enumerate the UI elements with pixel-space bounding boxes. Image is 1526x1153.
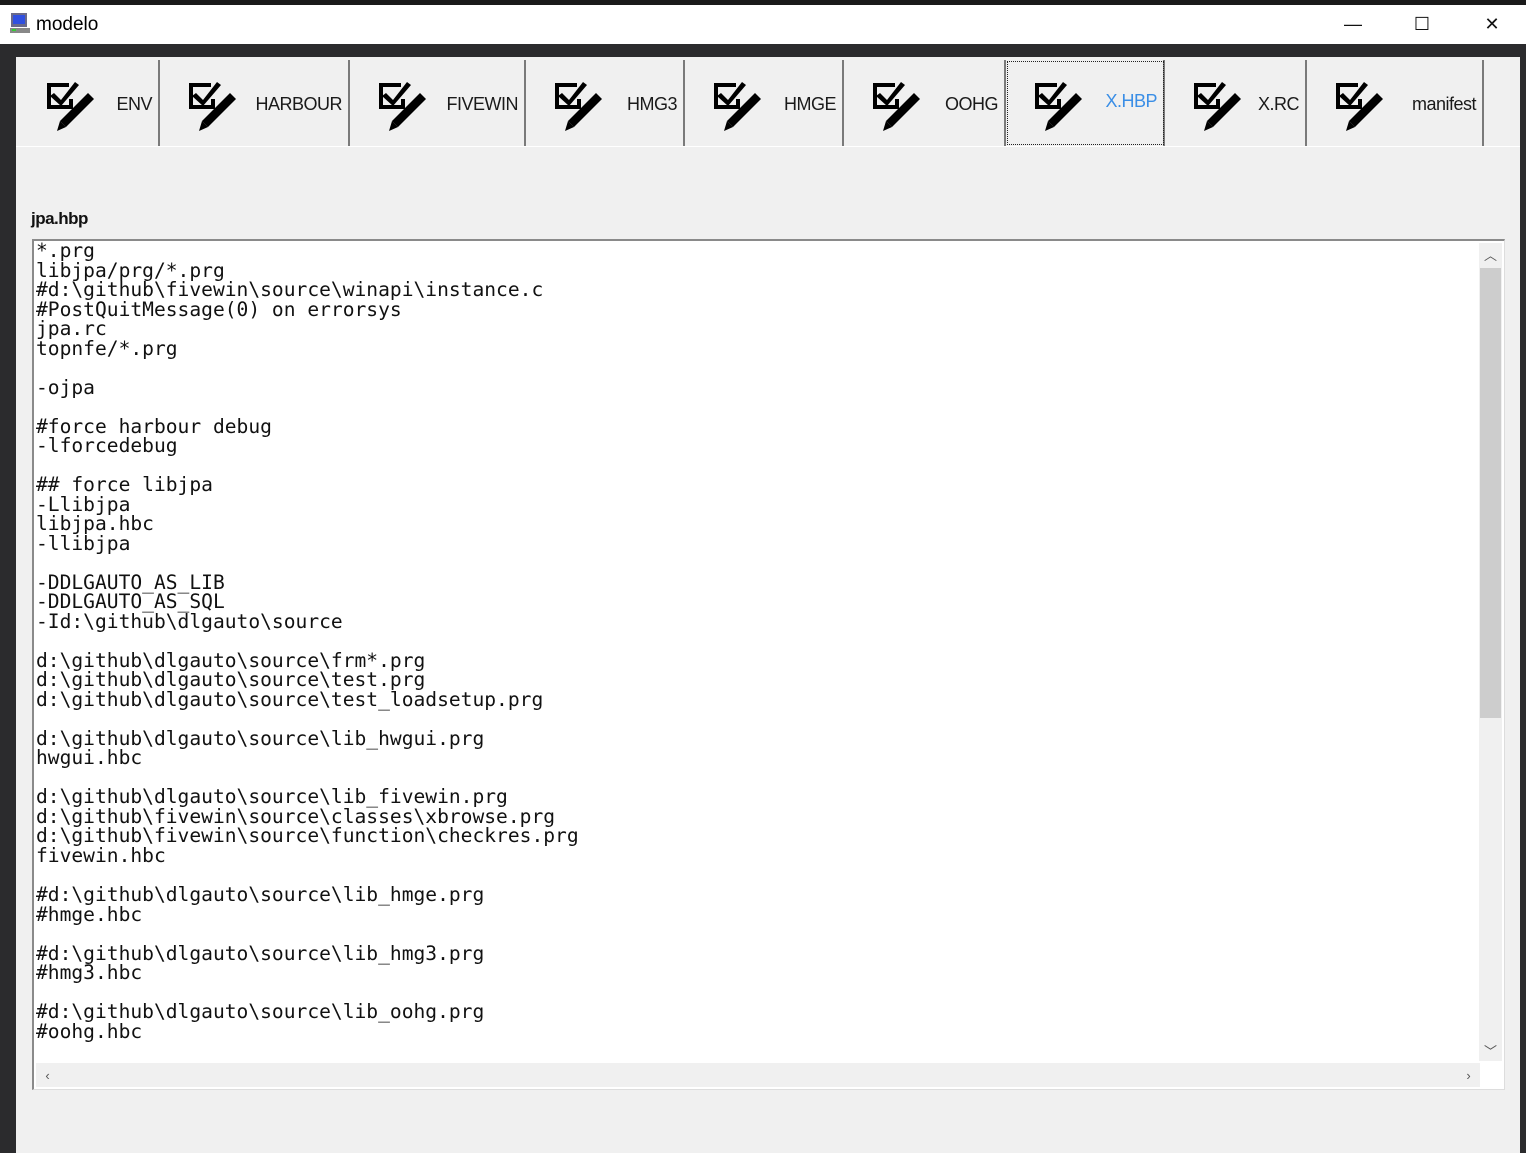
title-bar: modelo — ☐ ✕ (0, 5, 1526, 44)
tab-label: OOHG (944, 94, 999, 114)
check-edit-icon (1191, 79, 1247, 135)
horizontal-scrollbar[interactable]: ‹ › (36, 1063, 1480, 1087)
tab-x-rc[interactable]: X.RC (1165, 60, 1307, 146)
tab-divider (16, 146, 1520, 147)
tab-label: X.RC (1257, 94, 1300, 114)
main-panel: ENV HARBOUR FIVEWIN HMG3 HMGE OOHG X.HBP X.RC ma… (16, 57, 1520, 1153)
code-text[interactable]: *.prg libjpa/prg/*.prg #d:\github\fivewin\… (36, 241, 579, 1041)
check-edit-icon (711, 79, 767, 135)
check-edit-icon (1333, 79, 1389, 135)
vertical-scrollbar[interactable]: ︿ ﹀ (1479, 243, 1502, 1061)
minimize-button[interactable]: — (1318, 5, 1388, 44)
code-line: #hmge.hbc (36, 902, 143, 926)
code-line: *.prg (36, 239, 95, 262)
tab-hmge[interactable]: HMGE (685, 60, 844, 146)
check-edit-icon (44, 79, 100, 135)
file-label: jpa.hbp (31, 209, 88, 228)
code-line: -DDLGAUTO_AS_SQL (36, 590, 225, 614)
tab-hmg3[interactable]: HMG3 (526, 60, 685, 146)
tab-x-hbp[interactable]: X.HBP (1006, 60, 1165, 146)
tab-label: HMGE (784, 94, 837, 114)
check-edit-icon (186, 79, 242, 135)
tab-harbour[interactable]: HARBOUR (160, 60, 350, 146)
window-title: modelo (36, 14, 99, 35)
check-edit-icon (552, 79, 608, 135)
code-line: #hmg3.hbc (36, 961, 143, 985)
scroll-down-arrow-icon[interactable]: ﹀ (1479, 1039, 1502, 1061)
code-line: jpa.rc (36, 317, 107, 341)
tab-oohg[interactable]: OOHG (844, 60, 1006, 146)
code-editor[interactable]: *.prg libjpa/prg/*.prg #d:\github\fivewin\… (32, 239, 1505, 1090)
code-line: topnfe/*.prg (36, 336, 178, 360)
code-line: #d:\github\dlgauto\source\lib_oohg.prg (36, 1000, 485, 1024)
tab-label: HARBOUR (255, 94, 342, 114)
close-button[interactable]: ✕ (1457, 5, 1526, 44)
tab-label: manifest (1411, 94, 1477, 114)
tab-label: ENV (116, 94, 152, 114)
code-line: -llibjpa (36, 531, 131, 555)
check-edit-icon (376, 79, 432, 135)
tab-fivewin[interactable]: FIVEWIN (350, 60, 526, 146)
tab-label: HMG3 (626, 94, 678, 114)
code-line: fivewin.hbc (36, 843, 166, 867)
scroll-up-arrow-icon[interactable]: ︿ (1479, 243, 1502, 265)
check-edit-icon (1032, 79, 1088, 135)
app-icon (10, 13, 30, 33)
tab-label: FIVEWIN (446, 94, 519, 114)
code-line: #d:\github\fivewin\source\winapi\instanc… (36, 278, 544, 302)
code-line: -lforcedebug (36, 434, 178, 458)
code-line: #d:\github\dlgauto\source\lib_hmge.prg (36, 883, 485, 907)
scroll-right-arrow-icon[interactable]: › (1457, 1064, 1480, 1086)
maximize-button[interactable]: ☐ (1387, 5, 1457, 44)
tab-label: X.HBP (1105, 91, 1157, 111)
code-line: #PostQuitMessage(0) on errorsys (36, 297, 402, 321)
code-line: hwgui.hbc (36, 746, 143, 770)
code-line: ## force libjpa (36, 473, 213, 497)
code-line: -Id:\github\dlgauto\source (36, 609, 343, 633)
code-line: #oohg.hbc (36, 1019, 143, 1043)
vertical-scroll-thumb[interactable] (1480, 268, 1501, 718)
tab-env[interactable]: ENV (18, 60, 160, 146)
code-line: d:\github\dlgauto\source\test_loadsetup.… (36, 687, 544, 711)
code-line: -ojpa (36, 375, 95, 399)
code-line: d:\github\dlgauto\source\test.prg (36, 668, 426, 692)
scroll-left-arrow-icon[interactable]: ‹ (36, 1064, 59, 1086)
code-line: libjpa.hbc (36, 512, 154, 536)
tab-manifest[interactable]: manifest (1307, 60, 1484, 146)
check-edit-icon (870, 79, 926, 135)
